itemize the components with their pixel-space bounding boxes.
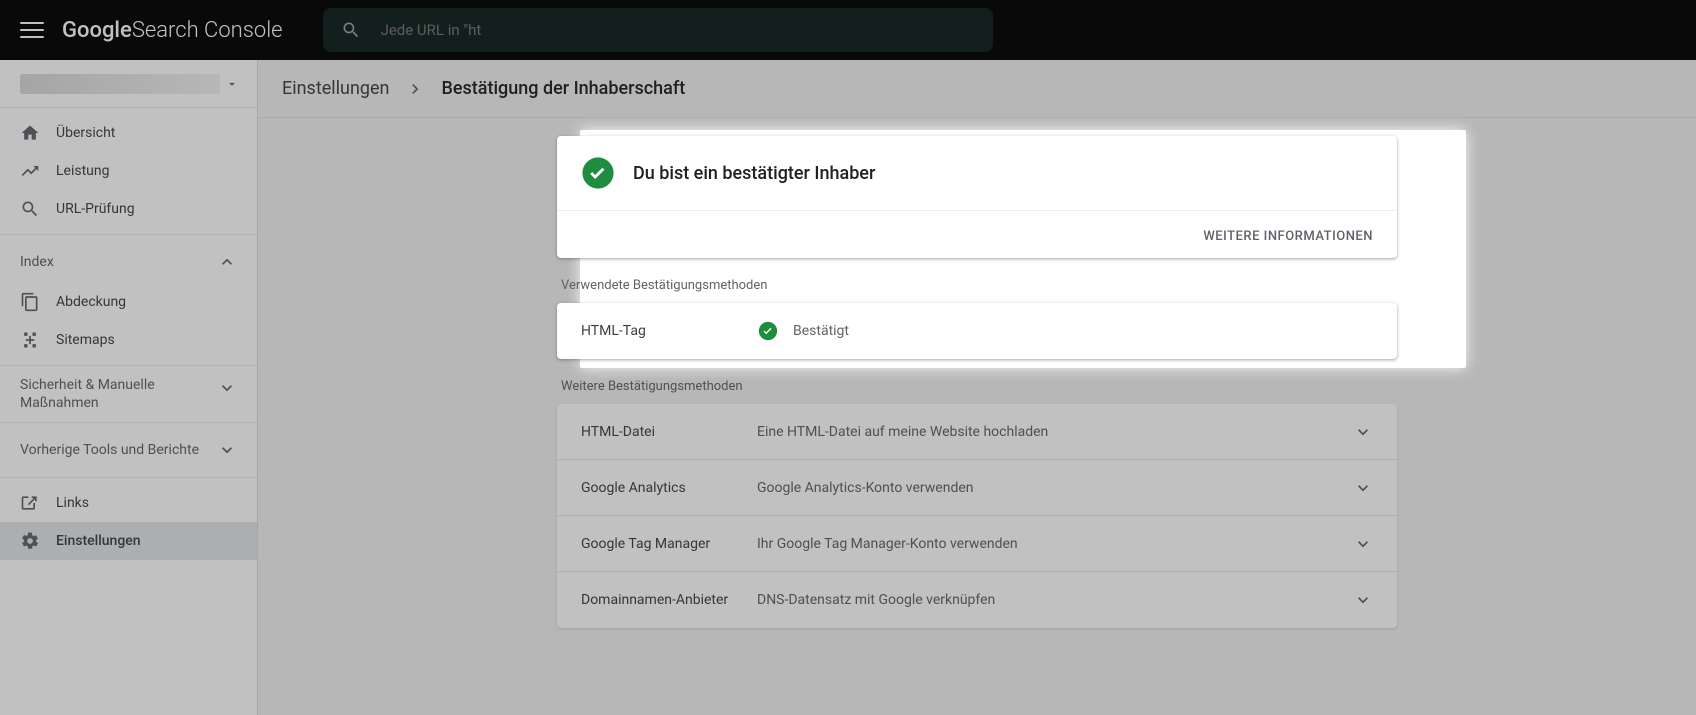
sidebar-item-links[interactable]: Links xyxy=(0,484,257,522)
sidebar-head-label: Index xyxy=(20,254,54,270)
method-row-domain-provider[interactable]: Domainnamen-Anbieter DNS-Datensatz mit G… xyxy=(557,572,1397,628)
verification-status-title: Du bist ein bestätigter Inhaber xyxy=(633,163,875,184)
sidebar-item-label: Links xyxy=(56,495,89,511)
sidebar-head-security[interactable]: Sicherheit & Manuelle Maßnahmen xyxy=(0,372,257,416)
sidebar-item-settings[interactable]: Einstellungen xyxy=(0,522,257,560)
coverage-icon xyxy=(20,292,40,312)
breadcrumb-settings[interactable]: Einstellungen xyxy=(282,78,389,99)
chevron-down-icon xyxy=(217,378,237,398)
method-name: Domainnamen-Anbieter xyxy=(581,592,757,608)
search-icon xyxy=(20,199,40,219)
method-name: Google Tag Manager xyxy=(581,536,757,552)
method-status: Bestätigt xyxy=(793,323,849,339)
sidebar-item-coverage[interactable]: Abdeckung xyxy=(0,283,257,321)
home-icon xyxy=(20,123,40,143)
sidebar-item-sitemaps[interactable]: Sitemaps xyxy=(0,321,257,359)
other-methods-heading: Weitere Bestätigungsmethoden xyxy=(561,379,1393,394)
search-icon xyxy=(341,20,361,40)
method-name: Google Analytics xyxy=(581,480,757,496)
chevron-right-icon xyxy=(405,79,425,99)
url-inspect-input[interactable] xyxy=(381,21,975,39)
sidebar-item-label: Abdeckung xyxy=(56,294,126,310)
sidebar-head-label: Sicherheit & Manuelle Maßnahmen xyxy=(20,376,200,412)
method-desc: DNS-Datensatz mit Google verknüpfen xyxy=(757,592,1353,608)
method-row-html-tag[interactable]: HTML-Tag Bestätigt xyxy=(557,303,1397,359)
used-methods-heading: Verwendete Bestätigungsmethoden xyxy=(561,278,1393,293)
logo-text-2: Search Console xyxy=(132,18,283,43)
chevron-down-icon xyxy=(217,440,237,460)
url-inspect-search[interactable] xyxy=(323,8,993,52)
other-methods-list: HTML-Datei Eine HTML-Datei auf meine Web… xyxy=(557,404,1397,628)
trending-icon xyxy=(20,161,40,181)
more-info-link[interactable]: WEITERE INFORMATIONEN xyxy=(1203,229,1373,244)
menu-button[interactable] xyxy=(20,18,44,42)
sidebar-item-overview[interactable]: Übersicht xyxy=(0,114,257,152)
gear-icon xyxy=(20,531,40,551)
app-logo: Google Search Console xyxy=(62,18,283,43)
logo-text-1: Google xyxy=(62,18,132,43)
verification-status-card: Du bist ein bestätigter Inhaber WEITERE … xyxy=(557,136,1397,258)
sidebar-item-label: Übersicht xyxy=(56,125,115,141)
sitemaps-icon xyxy=(20,330,40,350)
sidebar-item-label: Leistung xyxy=(56,163,109,179)
method-name: HTML-Datei xyxy=(581,424,757,440)
used-methods-card: HTML-Tag Bestätigt xyxy=(557,303,1397,359)
chevron-down-icon xyxy=(1353,534,1373,554)
chevron-down-icon xyxy=(1353,422,1373,442)
check-circle-icon xyxy=(757,320,779,342)
property-name-placeholder xyxy=(20,74,220,94)
sidebar-item-url-inspection[interactable]: URL-Prüfung xyxy=(0,190,257,228)
caret-down-icon xyxy=(225,77,239,91)
sidebar-item-label: Einstellungen xyxy=(56,533,141,549)
sidebar-item-performance[interactable]: Leistung xyxy=(0,152,257,190)
chevron-down-icon xyxy=(1353,590,1373,610)
method-row-html-file[interactable]: HTML-Datei Eine HTML-Datei auf meine Web… xyxy=(557,404,1397,460)
check-circle-icon xyxy=(581,156,615,190)
links-icon xyxy=(20,493,40,513)
property-selector[interactable] xyxy=(0,60,257,108)
chevron-up-icon xyxy=(217,252,237,272)
method-name: HTML-Tag xyxy=(581,323,757,339)
breadcrumb: Einstellungen Bestätigung der Inhabersch… xyxy=(258,60,1696,118)
method-row-google-analytics[interactable]: Google Analytics Google Analytics-Konto … xyxy=(557,460,1397,516)
sidebar-head-index[interactable]: Index xyxy=(0,241,257,283)
sidebar-head-label: Vorherige Tools und Berichte xyxy=(20,442,199,458)
chevron-down-icon xyxy=(1353,478,1373,498)
method-desc: Eine HTML-Datei auf meine Website hochla… xyxy=(757,424,1353,440)
sidebar-head-legacy-tools[interactable]: Vorherige Tools und Berichte xyxy=(0,429,257,471)
method-desc: Google Analytics-Konto verwenden xyxy=(757,480,1353,496)
breadcrumb-current: Bestätigung der Inhaberschaft xyxy=(441,78,685,99)
sidebar-item-label: Sitemaps xyxy=(56,332,115,348)
sidebar-item-label: URL-Prüfung xyxy=(56,201,135,217)
method-desc: Ihr Google Tag Manager-Konto verwenden xyxy=(757,536,1353,552)
method-row-google-tag-manager[interactable]: Google Tag Manager Ihr Google Tag Manage… xyxy=(557,516,1397,572)
